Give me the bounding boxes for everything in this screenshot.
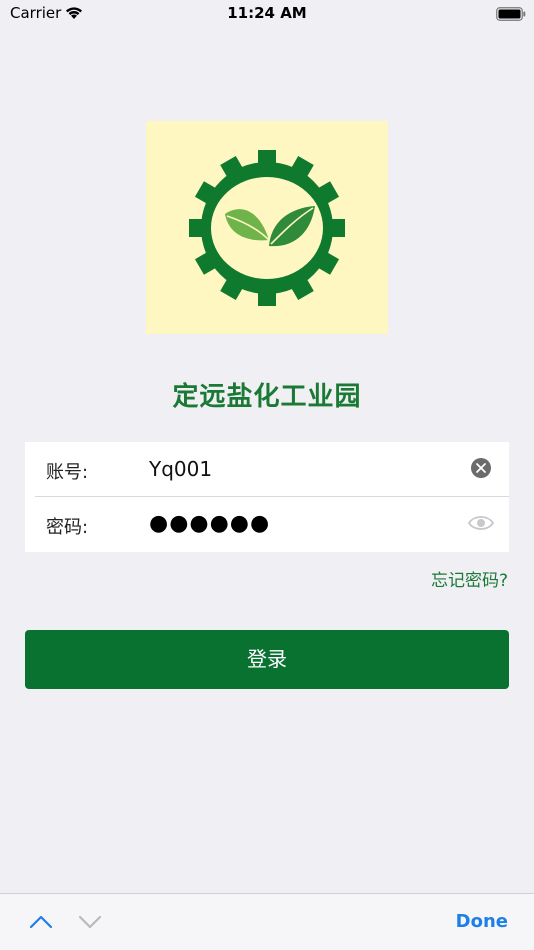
status-time: 11:24 AM: [227, 4, 307, 22]
account-label: 账号:: [46, 462, 89, 483]
status-bar: Carrier 11:24 AM: [0, 0, 534, 28]
gear-with-leaves-icon: [189, 150, 345, 306]
clear-icon[interactable]: [470, 457, 492, 479]
forgot-password-link[interactable]: 忘记密码?: [431, 566, 508, 591]
eye-icon[interactable]: [467, 513, 495, 533]
app-logo: [146, 121, 388, 334]
login-form: 账号: Yq001 密码: ●●●●●●: [25, 442, 509, 552]
login-screen: Carrier 11:24 AM 定远盐化工业园 账号: Yq001 密码: ●…: [0, 0, 534, 950]
password-row[interactable]: 密码: ●●●●●●: [25, 497, 509, 552]
account-input[interactable]: Yq001: [149, 457, 212, 481]
password-input[interactable]: ●●●●●●: [149, 511, 270, 536]
done-button[interactable]: Done: [456, 911, 508, 932]
chevron-down-icon[interactable]: [77, 913, 103, 931]
keyboard-accessory-bar: Done: [0, 893, 534, 950]
chevron-up-icon[interactable]: [28, 913, 54, 931]
password-label: 密码:: [46, 517, 89, 538]
battery-icon: [496, 6, 526, 21]
login-button[interactable]: 登录: [25, 630, 509, 689]
app-title: 定远盐化工业园: [172, 382, 362, 412]
account-row[interactable]: 账号: Yq001: [25, 442, 509, 497]
